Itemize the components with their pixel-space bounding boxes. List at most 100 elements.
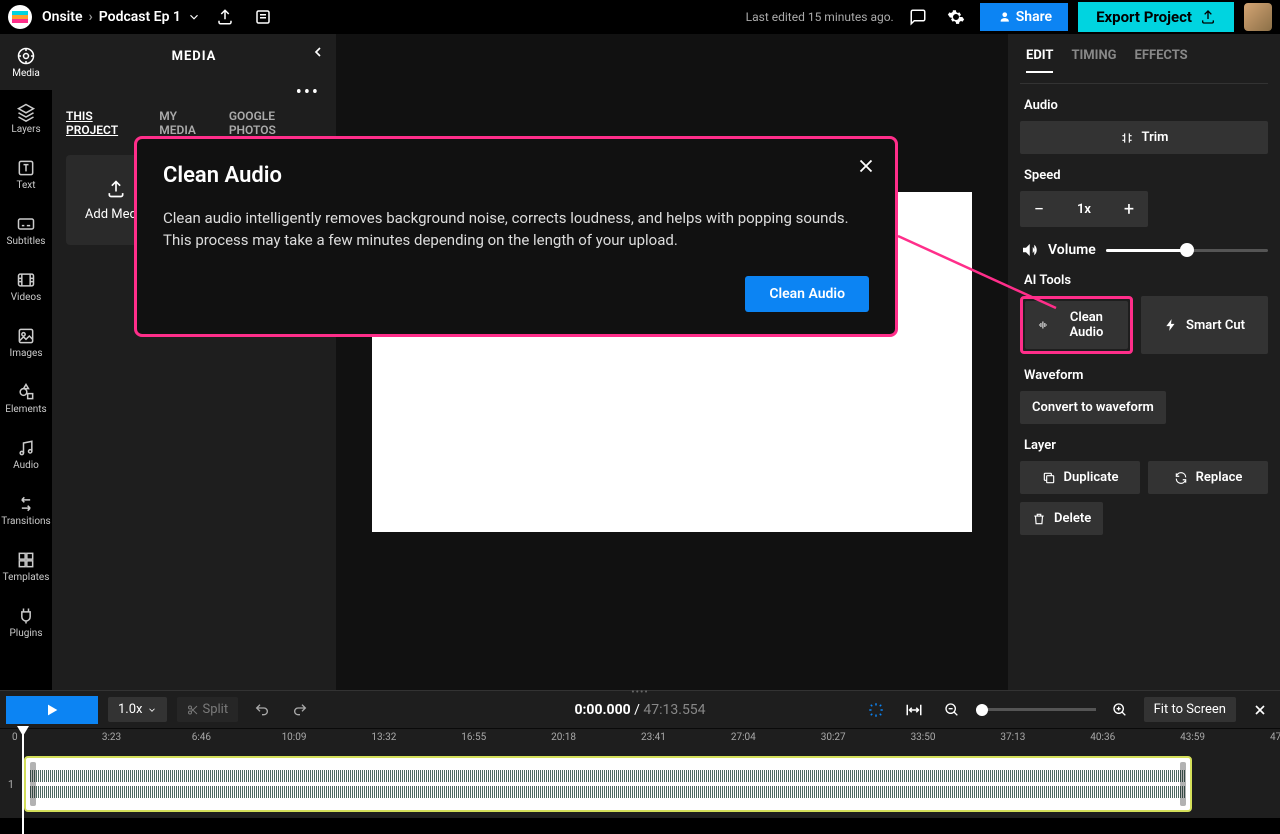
rail-text[interactable]: Text [0, 146, 52, 202]
modal-title: Clean Audio [163, 163, 869, 188]
section-layer: Layer [1024, 438, 1264, 453]
rail-subtitles[interactable]: Subtitles [0, 202, 52, 258]
play-button[interactable] [6, 696, 98, 724]
ruler-tick: 13:32 [371, 732, 396, 743]
section-waveform: Waveform [1024, 368, 1264, 383]
zoom-out-icon[interactable] [938, 696, 966, 724]
clip-handle-left[interactable] [30, 762, 36, 806]
modal-close-button[interactable] [855, 155, 877, 181]
rail-audio[interactable]: Audio [0, 426, 52, 482]
breadcrumb-separator: › [89, 9, 93, 25]
fit-to-screen-button[interactable]: Fit to Screen [1144, 697, 1236, 722]
rail-media[interactable]: Media [0, 34, 52, 90]
zoom-in-icon[interactable] [1106, 696, 1134, 724]
speed-decrease[interactable]: − [1020, 191, 1058, 227]
timeline: 03:236:4610:0913:3216:5520:1823:4127:043… [0, 728, 1280, 818]
share-button[interactable]: Share [980, 3, 1068, 31]
volume-icon [1020, 241, 1038, 259]
trim-icon [1120, 131, 1134, 145]
play-icon [44, 702, 60, 718]
last-edited-text: Last edited 15 minutes ago. [746, 10, 894, 24]
left-rail: Media Layers Text Subtitles Videos Image… [0, 34, 52, 690]
rail-images[interactable]: Images [0, 314, 52, 370]
smart-cut-button[interactable]: Smart Cut [1141, 296, 1268, 354]
lightning-icon [1164, 318, 1178, 332]
speed-stepper: − 1x + [1020, 191, 1148, 227]
tab-effects[interactable]: EFFECTS [1135, 48, 1188, 73]
ruler-tick: 40:36 [1090, 732, 1115, 743]
clean-audio-button[interactable]: Clean Audio [1025, 301, 1128, 349]
refresh-icon [1174, 471, 1188, 485]
properties-tabs: EDIT TIMING EFFECTS [1020, 34, 1268, 84]
clean-audio-highlight: Clean Audio [1020, 296, 1133, 354]
settings-icon[interactable] [942, 3, 970, 31]
ruler-tick: 47:22 [1270, 732, 1280, 743]
chevron-down-icon[interactable] [187, 10, 201, 24]
speed-increase[interactable]: + [1110, 191, 1148, 227]
user-avatar[interactable] [1244, 3, 1272, 31]
tab-my-media[interactable]: MY MEDIA [159, 109, 215, 137]
export-button[interactable]: Export Project [1078, 2, 1234, 32]
replace-button[interactable]: Replace [1148, 461, 1268, 494]
comment-icon[interactable] [904, 3, 932, 31]
rail-plugins[interactable]: Plugins [0, 594, 52, 650]
snap-icon[interactable] [862, 696, 890, 724]
breadcrumb[interactable]: Onsite › Podcast Ep 1 [42, 9, 201, 25]
ruler-tick: 37:13 [1000, 732, 1025, 743]
zoom-slider[interactable] [976, 708, 1096, 711]
copy-icon [1042, 471, 1056, 485]
redo-button[interactable] [286, 696, 314, 724]
tab-timing[interactable]: TIMING [1071, 48, 1116, 73]
timeline-ruler[interactable]: 03:236:4610:0913:3216:5520:1823:4127:043… [0, 728, 1280, 750]
playhead[interactable] [22, 728, 24, 834]
convert-waveform-button[interactable]: Convert to waveform [1020, 391, 1166, 424]
ruler-tick: 20:18 [551, 732, 576, 743]
app-logo[interactable] [8, 5, 32, 29]
media-more-icon[interactable]: ••• [52, 78, 336, 103]
ruler-tick: 27:04 [731, 732, 756, 743]
upload-icon[interactable] [211, 3, 239, 31]
speed-value: 1x [1058, 202, 1110, 217]
ruler-tick: 0 [12, 732, 18, 743]
duplicate-button[interactable]: Duplicate [1020, 461, 1140, 494]
notes-icon[interactable] [249, 3, 277, 31]
close-icon [855, 155, 877, 177]
playback-speed-dropdown[interactable]: 1.0x [108, 697, 167, 722]
collapse-panel-icon[interactable] [310, 44, 326, 64]
ruler-tick: 10:09 [282, 732, 307, 743]
rail-elements[interactable]: Elements [0, 370, 52, 426]
volume-label: Volume [1048, 242, 1096, 258]
upload-icon [106, 179, 126, 199]
tab-google-photos[interactable]: GOOGLE PHOTOS [229, 109, 322, 137]
rail-templates[interactable]: Templates [0, 538, 52, 594]
trim-button[interactable]: Trim [1020, 121, 1268, 154]
audio-clip[interactable] [24, 756, 1192, 812]
rail-transitions[interactable]: Transitions [0, 482, 52, 538]
ruler-tick: 3:23 [102, 732, 121, 743]
tab-this-project[interactable]: THIS PROJECT [66, 109, 145, 137]
drag-handle-icon[interactable]: •••• [631, 687, 649, 698]
chevron-down-icon [147, 705, 157, 715]
clip-handle-right[interactable] [1180, 762, 1186, 806]
canvas-area [336, 34, 1008, 690]
rail-layers[interactable]: Layers [0, 90, 52, 146]
undo-button[interactable] [248, 696, 276, 724]
export-icon [1200, 9, 1216, 25]
scissors-icon [187, 704, 199, 716]
timeline-track: 1 [0, 750, 1280, 818]
timeline-toolbar: •••• 1.0x Split 0:00.000 / 47:13.554 Fit… [0, 690, 1280, 728]
volume-control: Volume [1020, 241, 1268, 259]
fit-width-icon[interactable] [900, 696, 928, 724]
split-button[interactable]: Split [177, 697, 239, 722]
ruler-tick: 16:55 [461, 732, 486, 743]
waveform-icon [1037, 318, 1049, 332]
delete-button[interactable]: Delete [1020, 502, 1103, 535]
modal-confirm-button[interactable]: Clean Audio [745, 276, 869, 312]
ruler-tick: 43:59 [1180, 732, 1205, 743]
close-timeline-icon[interactable] [1246, 696, 1274, 724]
tab-edit[interactable]: EDIT [1026, 48, 1053, 73]
ruler-tick: 23:41 [641, 732, 666, 743]
rail-videos[interactable]: Videos [0, 258, 52, 314]
ruler-tick: 33:50 [911, 732, 936, 743]
volume-slider[interactable] [1106, 249, 1268, 252]
